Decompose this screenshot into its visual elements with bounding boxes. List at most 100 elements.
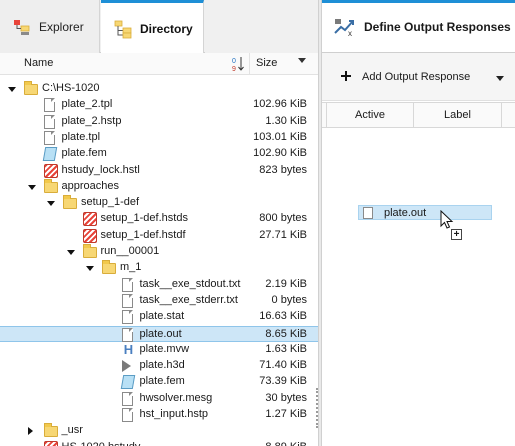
tree-item-size: 823 bytes: [259, 163, 307, 176]
tree-file-row[interactable]: task__exe_stderr.txt 0 bytes: [0, 293, 318, 309]
output-responses-toolbar: Add Output Response: [322, 53, 515, 101]
tree-item-name: run__00001: [100, 245, 160, 257]
tree-item-size: 73.39 KiB: [259, 375, 307, 388]
label-column-header[interactable]: Label: [414, 103, 502, 127]
document-icon: [43, 98, 55, 113]
tree-file-row[interactable]: setup_1-def.hstds 800 bytes: [0, 211, 318, 227]
hyperstudy-icon: [43, 163, 58, 178]
tree-item-name: task__exe_stdout.txt: [139, 277, 241, 290]
tree-file-row[interactable]: plate.stat 16.63 KiB: [0, 309, 318, 325]
tree-item-name: plate.out: [139, 327, 182, 340]
plus-icon: [340, 69, 352, 85]
tree-item-name: plate.mvw: [139, 342, 190, 355]
mouse-cursor-icon: [440, 209, 454, 230]
directory-tree: C:\HS-1020 plate_2.tpl 102.96 KiB plate_2.h…: [0, 75, 318, 446]
tree-item-name: setup_1-def.hstdf: [100, 228, 186, 241]
column-menu-chevron-icon[interactable]: [298, 58, 306, 63]
folder-icon: [63, 195, 77, 210]
folder-icon: [43, 423, 58, 438]
folder-icon: [24, 81, 38, 95]
tree-item-name: plate.stat: [139, 310, 185, 323]
left-tab-bar: Explorer Directory: [0, 0, 318, 54]
tree-item-size: 0 bytes: [271, 293, 307, 306]
column-header: Name 0 9 Size: [0, 53, 318, 75]
tree-file-row[interactable]: setup_1-def.hstdf 27.71 KiB: [0, 228, 318, 244]
tree-item-size: 1.63 KiB: [265, 342, 307, 355]
folder-icon: [43, 178, 58, 193]
active-column-header[interactable]: Active: [326, 103, 414, 127]
tree-folder-row[interactable]: C:\HS-1020: [0, 81, 318, 97]
tree-file-row[interactable]: plate.h3d 71.40 KiB: [0, 358, 318, 374]
tree-file-row[interactable]: plate.fem 73.39 KiB: [0, 374, 318, 390]
size-column-label[interactable]: Size: [256, 57, 277, 69]
tree-item-size: 27.71 KiB: [259, 228, 307, 241]
tree-file-row[interactable]: hwsolver.mesg 30 bytes: [0, 391, 318, 407]
drag-preview: plate.out: [358, 205, 492, 220]
tree-item-name: m_1: [120, 261, 142, 274]
directory-icon: [113, 19, 133, 39]
file-browser-panel: Explorer Directory Name 0 9 Size C:\HS-1…: [0, 0, 318, 446]
tab-directory[interactable]: Directory: [101, 0, 204, 54]
tree-file-row[interactable]: HS-1020.hstudy 8.89 KiB: [0, 440, 318, 446]
document-icon: [363, 207, 373, 219]
tree-item-name: setup_1-def: [81, 196, 140, 209]
expand-toggle-icon[interactable]: [66, 250, 75, 255]
responses-table-body[interactable]: [322, 128, 515, 446]
expand-toggle-icon[interactable]: [47, 201, 55, 207]
add-output-dropdown-chevron-icon[interactable]: [496, 76, 504, 81]
tree-folder-row[interactable]: approaches: [0, 178, 318, 195]
document-icon: [43, 130, 55, 145]
tree-item-name: hstudy_lock.hstl: [61, 163, 140, 176]
tree-file-row[interactable]: task__exe_stdout.txt 2.19 KiB: [0, 277, 318, 293]
document-icon: [121, 391, 133, 406]
tab-explorer[interactable]: Explorer: [0, 0, 100, 53]
tree-item-size: 800 bytes: [259, 212, 307, 225]
tree-item-size: 30 bytes: [265, 391, 307, 404]
tree-file-row[interactable]: plate.out 8.65 KiB: [0, 325, 318, 342]
expand-toggle-icon[interactable]: [8, 87, 16, 92]
tree-item-size: 1.27 KiB: [265, 408, 307, 420]
tree-file-row[interactable]: Hplate.mvw 1.63 KiB: [0, 342, 318, 358]
folder-icon: [82, 244, 97, 258]
tree-item-name: plate.h3d: [139, 359, 185, 372]
tab-strip-empty: [205, 0, 318, 53]
hyperstudy-icon: [43, 440, 58, 446]
tab-define-output-responses[interactable]: x Define Output Responses: [322, 0, 515, 53]
tree-folder-row[interactable]: _usr: [0, 423, 318, 439]
fem-icon: [120, 375, 135, 390]
tree-file-row[interactable]: plate.tpl 103.01 KiB: [0, 130, 318, 146]
tree-file-row[interactable]: plate.fem 102.90 KiB: [0, 146, 318, 162]
tree-folder-row[interactable]: setup_1-def: [0, 195, 318, 211]
h3d-icon: [121, 360, 131, 373]
svg-text:9: 9: [232, 66, 236, 73]
svg-text:x: x: [348, 29, 352, 37]
expand-toggle-icon[interactable]: [86, 266, 94, 272]
hyperstudy-icon: [82, 228, 97, 243]
tree-item-size: 8.65 KiB: [265, 327, 307, 340]
tree-folder-row[interactable]: run__00001: [0, 244, 318, 260]
fem-icon: [42, 147, 57, 162]
tree-item-name: plate_2.tpl: [61, 98, 113, 111]
expand-toggle-icon[interactable]: [27, 184, 36, 190]
tree-file-row[interactable]: hst_input.hstp 1.27 KiB: [0, 407, 318, 423]
tree-item-name: _usr: [61, 424, 83, 437]
tab-directory-label: Directory: [140, 21, 193, 36]
add-output-response-label: Add Output Response: [362, 71, 471, 83]
hyperview-icon: H: [123, 341, 134, 357]
tree-item-size: 16.63 KiB: [259, 310, 307, 323]
tree-folder-row[interactable]: m_1: [0, 260, 318, 276]
tree-file-row[interactable]: plate_2.hstp 1.30 KiB: [0, 114, 318, 130]
add-output-response-button[interactable]: Add Output Response: [340, 67, 470, 87]
tree-item-name: setup_1-def.hstds: [100, 212, 188, 225]
tree-item-name: approaches: [61, 179, 120, 192]
tree-file-row[interactable]: plate_2.tpl 102.96 KiB: [0, 97, 318, 113]
tree-item-name: C:\HS-1020: [42, 82, 100, 94]
splitter-grip-icon[interactable]: [316, 388, 318, 428]
collapse-toggle-icon[interactable]: [27, 427, 33, 436]
output-response-icon: x: [333, 17, 357, 38]
name-column-header[interactable]: Name 0 9: [0, 53, 250, 75]
tree-item-name: hwsolver.mesg: [139, 391, 213, 404]
tree-file-row[interactable]: hstudy_lock.hstl 823 bytes: [0, 163, 318, 179]
sort-icon[interactable]: 0 9: [230, 55, 246, 73]
document-icon: [121, 310, 133, 325]
